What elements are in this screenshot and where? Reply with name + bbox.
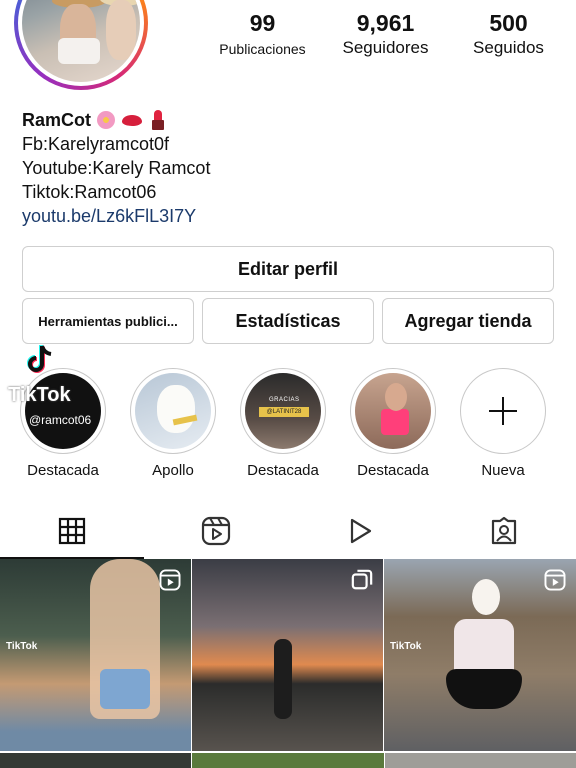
highlight-apollo[interactable]: Apollo [130,368,216,479]
highlight-caption: GRACIAS [269,397,300,403]
grid-item[interactable]: TikTok [0,559,191,751]
avatar-photo [22,0,140,82]
grid-item[interactable]: TikTok [384,559,576,751]
followers-stat[interactable]: 9,961 Seguidores [328,10,443,58]
posts-count: 99 [249,10,276,36]
tab-tagged[interactable] [432,505,576,557]
bio-youtube: Youtube:Karely Ramcot [22,158,211,178]
highlight-cover [465,373,541,449]
plus-icon [489,397,517,425]
reels-icon [201,516,231,546]
grid-item[interactable] [0,753,192,768]
highlight-tag: @ramcot06 [29,413,92,427]
post-mask [472,579,500,615]
add-shop-button[interactable]: Agregar tienda [382,298,554,344]
highlight-label: Nueva [481,462,525,479]
highlight-cover [135,373,211,449]
highlight-destacada-2[interactable]: GRACIAS @LATINIT28 Destacada [240,368,326,479]
edit-profile-button[interactable]: Editar perfil [22,246,554,292]
followers-label: Seguidores [342,38,429,57]
grid-item[interactable] [384,753,576,768]
avatar-top-1 [58,38,100,64]
tiktok-mark: TikTok [6,641,38,652]
ad-tools-button[interactable]: Herramientas publici... [22,298,194,344]
avatar-border [18,0,144,86]
reels-icon [159,569,181,591]
bio-facebook: Fb:Karelyramcot0f [22,134,170,154]
lipstick-emoji-icon [147,109,169,131]
highlight-label: Destacada [247,462,319,479]
highlight-label: Destacada [27,462,99,479]
following-count: 500 [489,10,528,36]
highlight-ring: GRACIAS @LATINIT28 [240,368,326,454]
posts-grid: TikTok TikTok [0,559,576,751]
highlight-ring [350,368,436,454]
highlight-badge: @LATINIT28 [259,407,309,417]
insights-button[interactable]: Estadísticas [202,298,374,344]
highlight-cover: GRACIAS @LATINIT28 [245,373,321,449]
bio-tiktok: Tiktok:Ramcot06 [22,182,157,202]
tiktok-logo-icon [27,345,52,373]
grid-item[interactable] [192,753,384,768]
profile-name: RamCot [22,110,92,130]
reels-icon [544,569,566,591]
followers-count: 9,961 [356,10,415,36]
post-subject-skirt [446,669,522,709]
profile-name-row: RamCot [22,108,556,132]
tiktok-watermark-text: TikTok [8,384,71,406]
profile-tabs [0,505,576,559]
flower-emoji-icon [95,109,117,131]
highlight-ring [460,368,546,454]
grid-item[interactable] [192,559,383,751]
tab-videos[interactable] [288,505,432,557]
profile-stats: 99 Publicaciones 9,961 Seguidores 500 Se… [205,10,566,58]
following-stat[interactable]: 500 Seguidos [451,10,566,58]
grid-icon [58,517,86,545]
profile-bio: RamCot Fb:Karelyramcot0f Youtube:Karely … [22,108,556,228]
posts-grid-row-2 [0,753,576,768]
multi-post-icon [351,569,373,590]
post-subject-shorts [100,669,150,709]
tagged-icon [491,516,517,545]
highlight-ring [130,368,216,454]
highlight-label: Apollo [152,462,194,479]
following-label: Seguidos [473,38,544,57]
post-subject [274,639,292,719]
profile-avatar[interactable] [14,0,148,90]
highlight-cover [355,373,431,449]
bio-link[interactable]: youtu.be/Lz6kFlL3I7Y [22,204,556,228]
highlight-destacada-3[interactable]: Destacada [350,368,436,479]
posts-stat[interactable]: 99 Publicaciones [205,10,320,58]
play-icon [350,518,372,544]
highlight-ring: @ramcot06 [20,368,106,454]
highlight-label: Destacada [357,462,429,479]
avatar-person-2 [106,0,136,60]
new-highlight-button[interactable]: Nueva [460,368,546,479]
kiss-emoji-icon [121,109,143,131]
tab-posts[interactable] [0,505,144,559]
tab-reels[interactable] [144,505,288,557]
posts-label: Publicaciones [219,41,306,57]
tiktok-mark: TikTok [390,641,422,652]
